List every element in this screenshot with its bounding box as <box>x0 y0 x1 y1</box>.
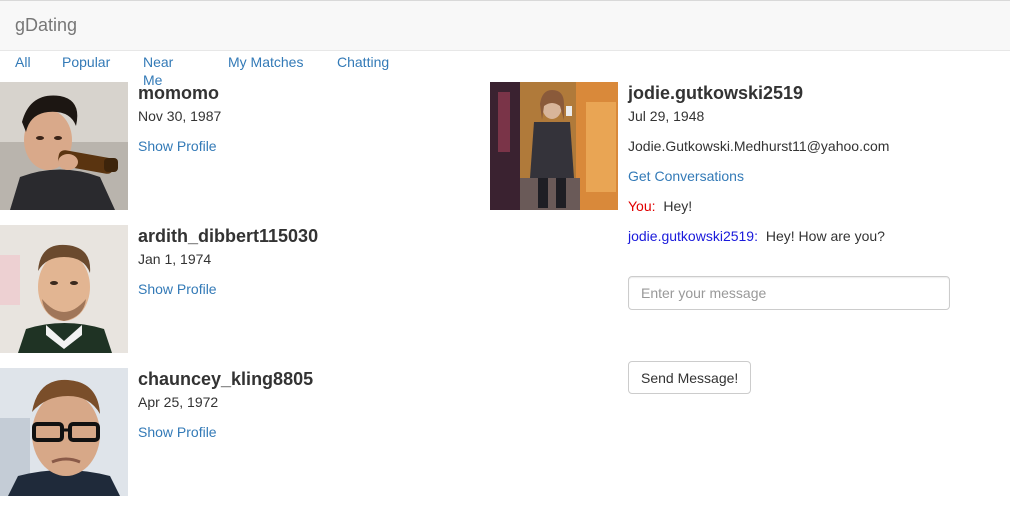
user-photo-momomo <box>0 82 128 210</box>
message-row: jodie.gutkowski2519: Hey! How are you? <box>628 228 885 244</box>
user-username: momomo <box>138 83 219 103</box>
message-sender-match: jodie.gutkowski2519: <box>628 228 758 244</box>
show-profile-link[interactable]: Show Profile <box>138 281 217 297</box>
message-text: Hey! <box>663 198 693 214</box>
tab-my-matches[interactable]: My Matches <box>228 53 303 71</box>
get-conversations-link[interactable]: Get Conversations <box>628 168 744 184</box>
selected-user-photo <box>490 82 618 210</box>
show-profile-link[interactable]: Show Profile <box>138 424 217 440</box>
selected-email: Jodie.Gutkowski.Medhurst11@yahoo.com <box>628 138 890 154</box>
top-navbar: gDating <box>0 0 1010 51</box>
user-username: chauncey_kling8805 <box>138 369 314 389</box>
send-message-button[interactable]: Send Message! <box>628 361 752 394</box>
tab-all[interactable]: All <box>15 53 31 71</box>
tab-popular[interactable]: Popular <box>62 53 110 71</box>
user-birthdate: Apr 25, 1972 <box>138 394 219 410</box>
message-sender-you: You: <box>628 198 656 214</box>
user-username: ardith_dibbert115030 <box>138 226 319 246</box>
selected-birthdate: Jul 29, 1948 <box>628 108 705 124</box>
show-profile-link[interactable]: Show Profile <box>138 138 217 154</box>
message-row: You: Hey! <box>628 198 692 214</box>
user-photo-chauncey <box>0 368 128 496</box>
selected-username: jodie.gutkowski2519 <box>628 83 804 103</box>
message-input[interactable] <box>628 276 950 310</box>
user-photo-ardith <box>0 225 128 353</box>
user-birthdate: Nov 30, 1987 <box>138 108 222 124</box>
tab-chatting[interactable]: Chatting <box>337 53 389 71</box>
message-text: Hey! How are you? <box>765 228 885 244</box>
brand-logo[interactable]: gDating <box>15 15 77 36</box>
user-birthdate: Jan 1, 1974 <box>138 251 212 267</box>
